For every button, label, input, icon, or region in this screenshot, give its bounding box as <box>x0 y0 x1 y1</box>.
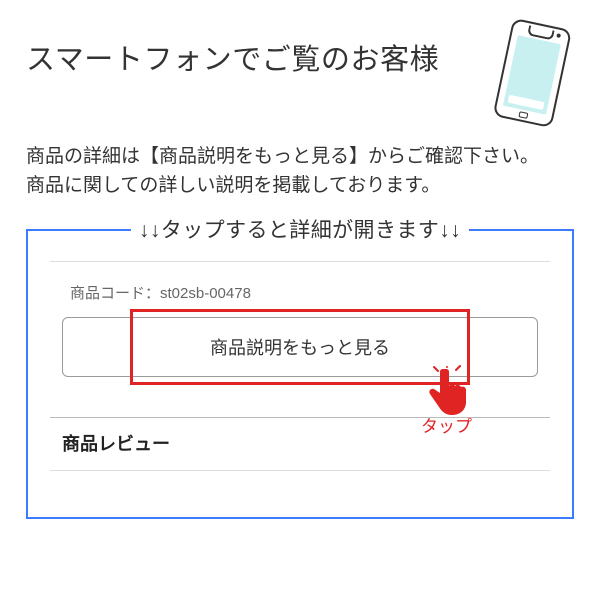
tap-label: タップ <box>421 412 472 437</box>
product-code-label: 商品コード： <box>70 285 160 302</box>
panel-legend: ↓↓タップすると詳細が開きます↓↓ <box>131 214 469 244</box>
product-code-value: st02sb-00478 <box>160 285 251 302</box>
description-text: 商品の詳細は【商品説明をもっと見る】からご確認下さい。 商品に関しての詳しい説明… <box>26 142 574 201</box>
tap-instruction-panel: ↓↓タップすると詳細が開きます↓↓ 商品コード：st02sb-00478 商品説… <box>26 229 574 519</box>
description-line: 商品に関しての詳しい説明を掲載しております。 <box>26 171 574 200</box>
product-preview-box: 商品コード：st02sb-00478 商品説明をもっと見る タップ 商品レビュー <box>50 261 550 471</box>
divider <box>50 417 550 418</box>
page-title: スマートフォンでご覧のお客様 <box>26 36 439 78</box>
smartphone-icon <box>492 18 582 132</box>
tap-hand-icon <box>426 365 472 417</box>
product-code: 商品コード：st02sb-00478 <box>70 282 544 303</box>
description-line: 商品の詳細は【商品説明をもっと見る】からご確認下さい。 <box>26 142 574 171</box>
